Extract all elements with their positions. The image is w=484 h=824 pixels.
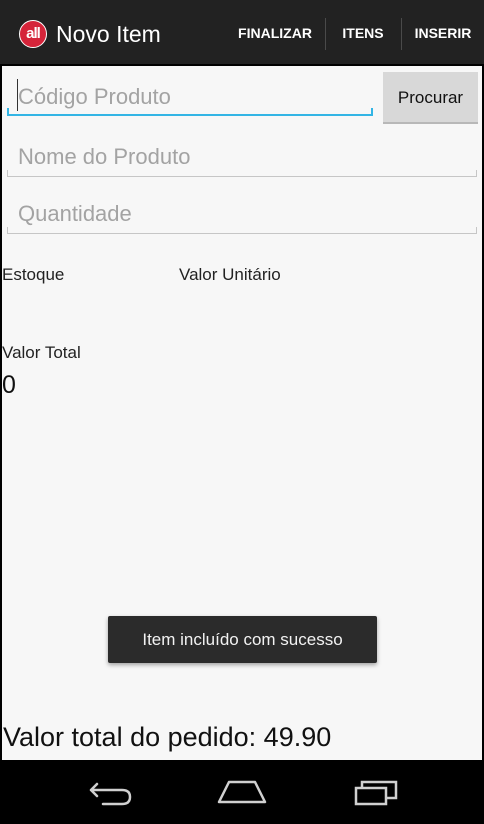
nome-produto-underline: [7, 176, 477, 177]
finalizar-button[interactable]: FINALIZAR: [226, 0, 324, 66]
quantidade-underline: [7, 233, 477, 234]
codigo-produto-input[interactable]: Código Produto: [18, 84, 171, 110]
estoque-label: Estoque: [2, 265, 65, 284]
text-cursor: [17, 79, 18, 111]
itens-button[interactable]: ITENS: [326, 0, 400, 66]
quantidade-input[interactable]: Quantidade: [18, 201, 132, 227]
app-logo-icon[interactable]: all: [19, 20, 47, 48]
inserir-button[interactable]: INSERIR: [402, 0, 484, 66]
valor-total-pedido: Valor total do pedido: 49.90: [3, 722, 332, 752]
nome-produto-underline-right: [476, 170, 477, 177]
home-icon[interactable]: [202, 760, 282, 824]
recent-apps-icon[interactable]: [336, 760, 416, 824]
valor-total-value: 0: [2, 371, 16, 399]
screen: all Novo Item FINALIZAR ITENS INSERIR Có…: [0, 0, 484, 824]
toast-message: Item incluído com sucesso: [108, 616, 377, 663]
navigation-bar: [0, 760, 484, 824]
procurar-button[interactable]: Procurar: [383, 72, 478, 124]
valor-total-label: Valor Total: [2, 343, 81, 362]
action-bar: all Novo Item FINALIZAR ITENS INSERIR: [0, 0, 484, 66]
codigo-produto-underline: [7, 114, 373, 116]
codigo-produto-underline-right: [371, 108, 373, 116]
valor-unitario-label: Valor Unitário: [179, 265, 281, 284]
codigo-produto-underline-left: [7, 108, 9, 116]
nome-produto-underline-left: [7, 170, 8, 177]
content-area: Código Produto Procurar Nome do Produto …: [2, 66, 482, 760]
quantidade-underline-right: [476, 227, 477, 234]
back-icon[interactable]: [69, 760, 149, 824]
quantidade-underline-left: [7, 227, 8, 234]
nome-produto-input[interactable]: Nome do Produto: [18, 144, 190, 170]
page-title: Novo Item: [56, 21, 161, 47]
